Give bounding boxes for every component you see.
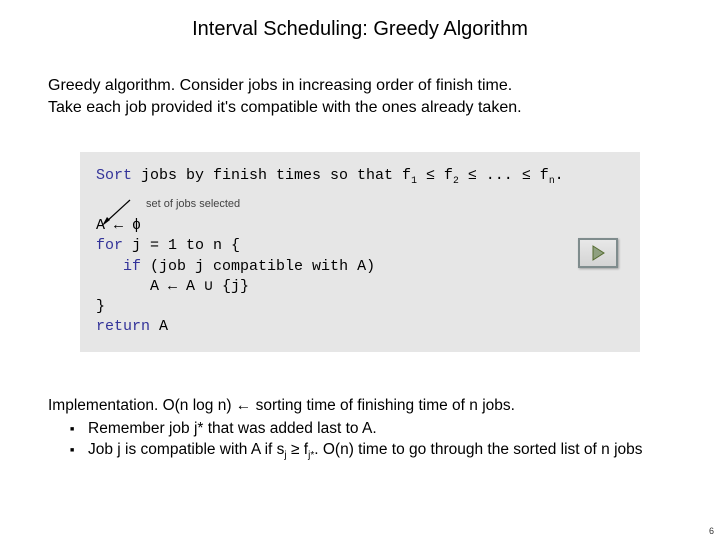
code-line-4: A ← A ∪ {j} — [96, 277, 624, 297]
annotation-arrow-icon — [100, 196, 134, 228]
implementation-line: Implementation. O(n log n) ← sorting tim… — [48, 396, 672, 417]
page-number: 6 — [709, 526, 714, 536]
code-line-3: if (job j compatible with A) — [96, 257, 624, 277]
annotation-label: set of jobs selected — [146, 197, 624, 212]
implementation-section: Implementation. O(n log n) ← sorting tim… — [0, 352, 720, 463]
sort-keyword: Sort — [96, 167, 132, 184]
sort-line: Sort jobs by finish times so that f1 ≤ f… — [96, 166, 624, 187]
intro-paragraph: Greedy algorithm. Consider jobs in incre… — [0, 51, 720, 118]
code-line-1: A ← ϕ — [96, 216, 624, 236]
code-line-5: } — [96, 297, 624, 317]
code-line-2: for j = 1 to n { — [96, 236, 624, 256]
list-item: Job j is compatible with A if sj ≥ fj*. … — [70, 440, 672, 463]
pseudocode-box: Sort jobs by finish times so that f1 ≤ f… — [80, 152, 640, 352]
intro-text-2: Take each job provided it's compatible w… — [48, 99, 522, 116]
intro-label: Greedy algorithm. — [48, 77, 175, 94]
implementation-list: Remember job j* that was added last to A… — [48, 419, 672, 463]
code-line-6: return A — [96, 317, 624, 337]
play-icon — [590, 245, 606, 261]
slide-title: Interval Scheduling: Greedy Algorithm — [0, 0, 720, 51]
intro-text-1: Consider jobs in increasing order of fin… — [175, 77, 512, 94]
play-button[interactable] — [578, 238, 618, 268]
implementation-label: Implementation. — [48, 397, 158, 414]
list-item: Remember job j* that was added last to A… — [70, 419, 672, 440]
